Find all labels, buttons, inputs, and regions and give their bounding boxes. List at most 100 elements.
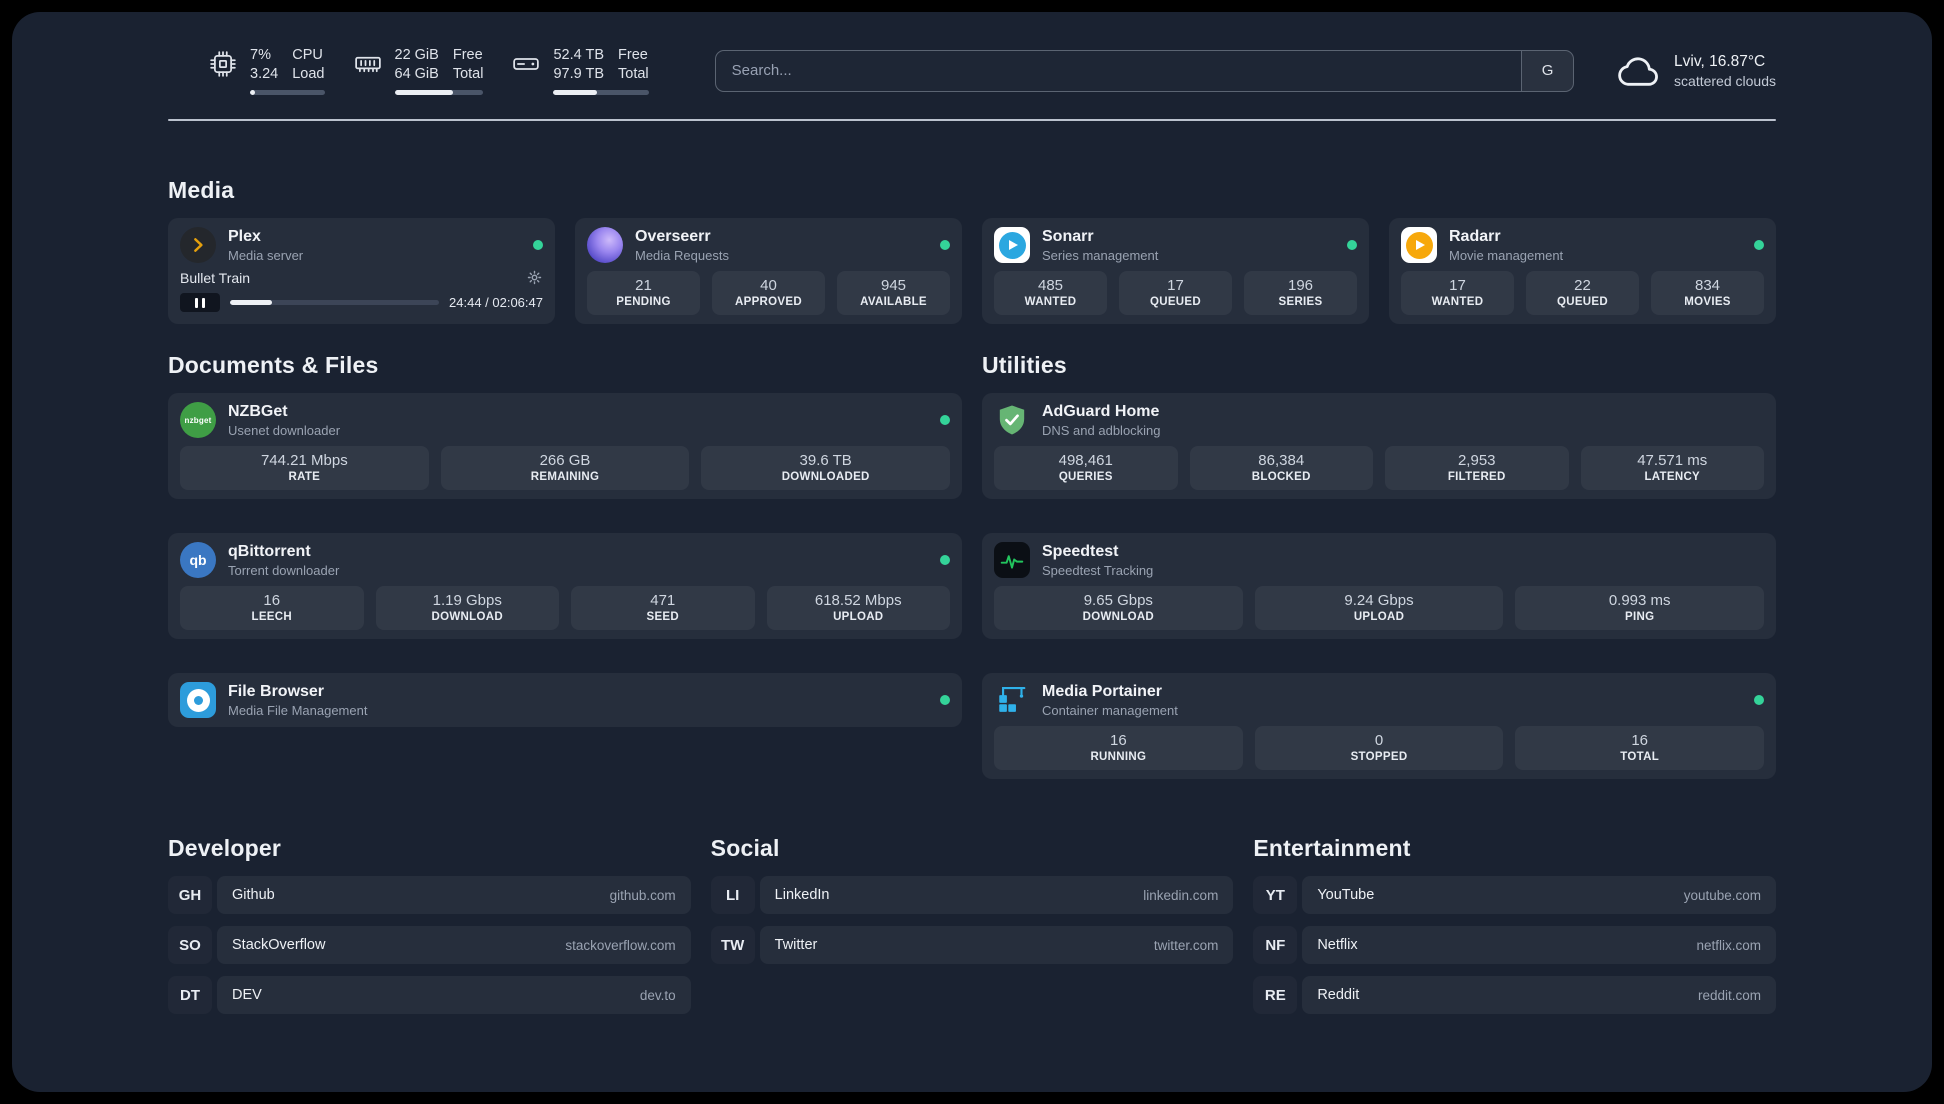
disk-usage-bar [553,90,649,96]
search-provider-button[interactable]: G [1521,50,1574,91]
app-subtitle: Media Requests [635,247,729,263]
stat-remaining: 266 GB REMAINING [440,446,690,491]
search-bar[interactable]: G [714,49,1575,92]
disk-total-value: 97.9 TB [553,66,605,83]
bookmark-abbr: SO [168,926,212,964]
card-nzbget[interactable]: nzbget NZBGet Usenet downloader 744.21 M… [168,393,962,500]
bookmark-url: reddit.com [1697,987,1761,1003]
sonarr-icon [994,227,1030,264]
bookmark-linkedin[interactable]: LI LinkedIn linkedin.com [711,876,1234,915]
cpu-percent: 7% [250,47,271,63]
card-radarr[interactable]: Radarr Movie management 17 WANTED 22 QUE… [1389,218,1776,325]
memory-usage-fill [394,90,454,96]
status-dot [940,695,950,706]
memory-widget: 22 GiB 64 GiB Free Total [353,46,484,96]
bookmark-abbr: NF [1253,926,1297,964]
seek-bar[interactable] [230,300,440,306]
app-name: AdGuard Home [1042,402,1160,420]
bookmark-name: Twitter [774,937,818,954]
stat-upload: 9.24 Gbps UPLOAD [1254,586,1504,631]
section-title-entertainment: Entertainment [1253,835,1411,862]
app-subtitle: Speedtest Tracking [1042,562,1154,578]
bookmark-name: StackOverflow [232,937,326,954]
section-title-utilities: Utilities [982,352,1067,379]
disk-label-total: Total [618,66,649,83]
bookmark-youtube[interactable]: YT YouTube youtube.com [1253,876,1776,915]
card-speedtest[interactable]: Speedtest Speedtest Tracking 9.65 Gbps D… [982,533,1776,640]
app-subtitle: Series management [1042,247,1159,263]
now-playing-title: Bullet Train [180,269,251,286]
disk-widget: 52.4 TB 97.9 TB Free Total [511,46,649,96]
card-overseerr[interactable]: Overseerr Media Requests 21 PENDING 40 A… [575,218,962,325]
search-input[interactable] [715,50,1522,91]
status-dot [940,555,950,566]
app-name: Overseerr [635,227,711,245]
card-portainer[interactable]: Media Portainer Container management 16 … [982,673,1776,780]
card-qbittorrent[interactable]: qb qBittorrent Torrent downloader 16 LEE… [168,533,962,640]
cpu-icon [208,49,238,79]
section-title-documents: Documents & Files [168,352,379,379]
weather-condition: scattered clouds [1674,72,1776,89]
radarr-icon [1401,227,1437,264]
card-adguard[interactable]: AdGuard Home DNS and adblocking 498,461 … [982,393,1776,500]
bookmark-name: Netflix [1317,937,1358,954]
bookmark-netflix[interactable]: NF Netflix netflix.com [1253,926,1776,965]
topbar: 7% 3.24 CPU Load 22 GiB 64 GiB Free Tota… [168,46,1776,96]
bookmarks-developer: Developer GH Github github.com SO StackO… [168,835,691,1015]
topbar-divider [168,119,1776,122]
disk-usage-fill [553,90,598,96]
memory-total-value: 64 GiB [394,66,439,83]
speedtest-icon [994,542,1030,579]
stat-download: 9.65 Gbps DOWNLOAD [994,586,1243,631]
card-filebrowser[interactable]: File Browser Media File Management [168,673,962,728]
section-title-social: Social [710,835,780,862]
card-sonarr[interactable]: Sonarr Series management 485 WANTED 17 Q… [982,218,1369,325]
app-name: Media Portainer [1042,682,1163,700]
gear-icon[interactable] [526,269,543,286]
app-name: NZBGet [228,402,288,420]
bookmark-name: LinkedIn [774,887,830,904]
app-subtitle: Container management [1042,702,1178,718]
cpu-load-value: 3.24 [250,66,279,83]
stat-ping: 0.993 ms PING [1515,586,1765,631]
disk-label-free: Free [618,47,648,63]
bookmark-stackoverflow[interactable]: SO StackOverflow stackoverflow.com [168,926,691,965]
section-title-developer: Developer [168,835,282,862]
app-name: qBittorrent [228,542,311,560]
bookmark-dev[interactable]: DT DEV dev.to [168,976,691,1015]
app-name: Sonarr [1042,227,1094,245]
stat-stopped: 0 STOPPED [1254,726,1504,771]
bookmark-url: github.com [609,887,676,903]
stat-running: 16 RUNNING [994,726,1243,771]
card-plex[interactable]: Plex Media server Bullet Train 24:44 / 0… [168,218,555,325]
adguard-icon [994,402,1030,438]
bookmark-url: netflix.com [1696,937,1761,953]
app-name: File Browser [228,682,325,700]
seek-bar-fill [230,300,272,306]
bookmark-url: linkedin.com [1143,887,1219,903]
status-dot [940,415,950,426]
stat-rate: 744.21 Mbps RATE [180,446,429,491]
status-dot [940,240,950,251]
qbittorrent-icon: qb [180,542,216,579]
stat-wanted: 17 WANTED [1401,271,1514,316]
bookmark-github[interactable]: GH Github github.com [168,876,691,915]
status-dot [1347,240,1357,251]
cpu-label-bottom: Load [292,66,325,83]
bookmark-abbr: TW [711,926,755,964]
cpu-usage-bar [250,90,325,96]
bookmark-twitter[interactable]: TW Twitter twitter.com [711,926,1234,965]
status-dot [533,240,543,251]
bookmark-name: YouTube [1317,887,1375,904]
stat-approved: 40 APPROVED [712,271,825,316]
nzbget-icon: nzbget [180,402,216,439]
memory-free-value: 22 GiB [394,47,439,63]
stat-wanted: 485 WANTED [994,271,1107,316]
pause-button[interactable] [180,293,220,313]
memory-label-total: Total [452,66,484,83]
bookmark-abbr: DT [168,976,212,1014]
weather-widget[interactable]: Lviv, 16.87°C scattered clouds [1612,53,1776,89]
bookmark-reddit[interactable]: RE Reddit reddit.com [1253,976,1776,1015]
stat-total: 16 TOTAL [1515,726,1765,771]
app-subtitle: DNS and adblocking [1042,422,1161,438]
